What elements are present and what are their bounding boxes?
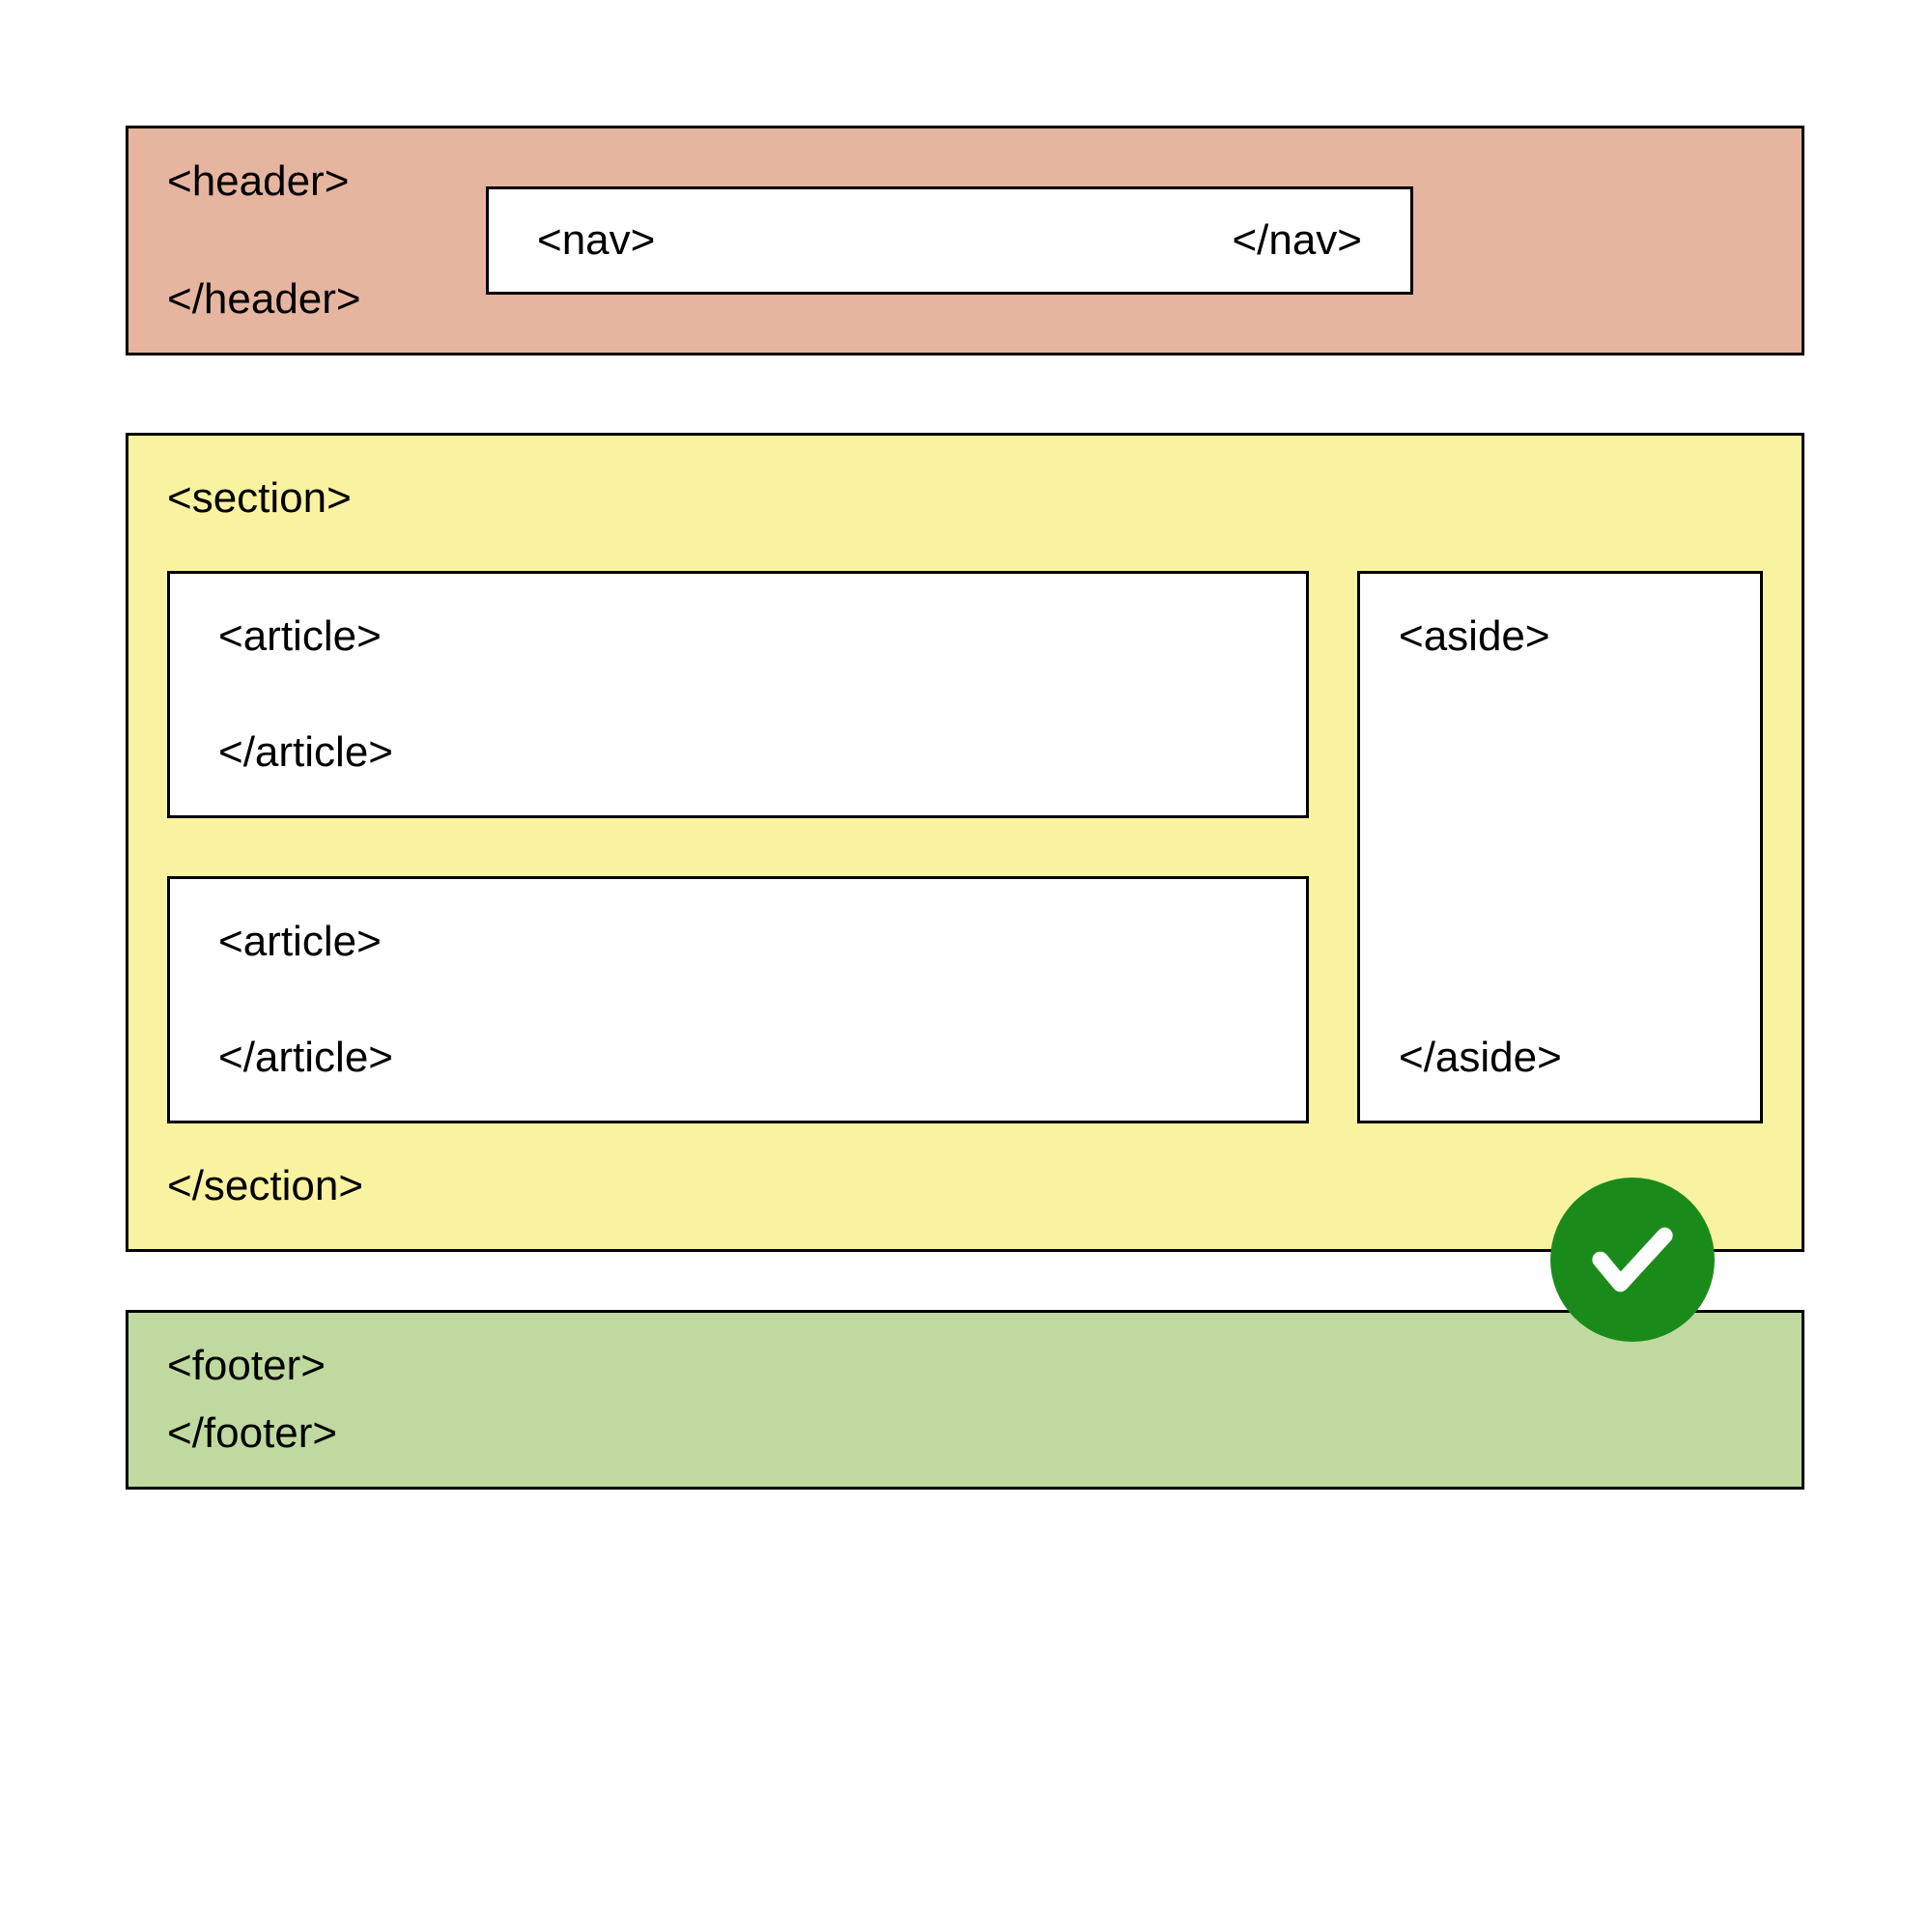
article-open-tag: <article> xyxy=(218,612,1258,661)
footer-region: <footer> </footer> xyxy=(126,1310,1804,1490)
footer-open-tag: <footer> xyxy=(167,1342,1763,1390)
aside-open-tag: <aside> xyxy=(1399,612,1721,661)
article-region: <article> </article> xyxy=(167,571,1309,818)
header-region: <header> <nav> </nav> </header> xyxy=(126,126,1804,355)
section-open-tag: <section> xyxy=(167,474,1763,523)
articles-column: <article> </article> <article> </article… xyxy=(167,571,1309,1123)
article-close-tag: </article> xyxy=(218,1034,1258,1082)
article-open-tag: <article> xyxy=(218,918,1258,966)
section-close-tag: </section> xyxy=(167,1162,1763,1210)
article-close-tag: </article> xyxy=(218,728,1258,777)
footer-close-tag: </footer> xyxy=(167,1409,1763,1458)
nav-close-tag: </nav> xyxy=(1232,216,1362,265)
semantic-html-diagram: <header> <nav> </nav> </header> <section… xyxy=(126,126,1804,1490)
nav-open-tag: <nav> xyxy=(537,216,655,265)
section-content: <article> </article> <article> </article… xyxy=(167,571,1763,1123)
header-close-tag: </header> xyxy=(167,275,1763,324)
aside-close-tag: </aside> xyxy=(1399,1034,1721,1082)
approval-badge xyxy=(1550,1178,1715,1342)
article-region: <article> </article> xyxy=(167,876,1309,1123)
section-region: <section> <article> </article> <article>… xyxy=(126,433,1804,1252)
aside-region: <aside> </aside> xyxy=(1357,571,1763,1123)
checkmark-icon xyxy=(1584,1211,1681,1308)
